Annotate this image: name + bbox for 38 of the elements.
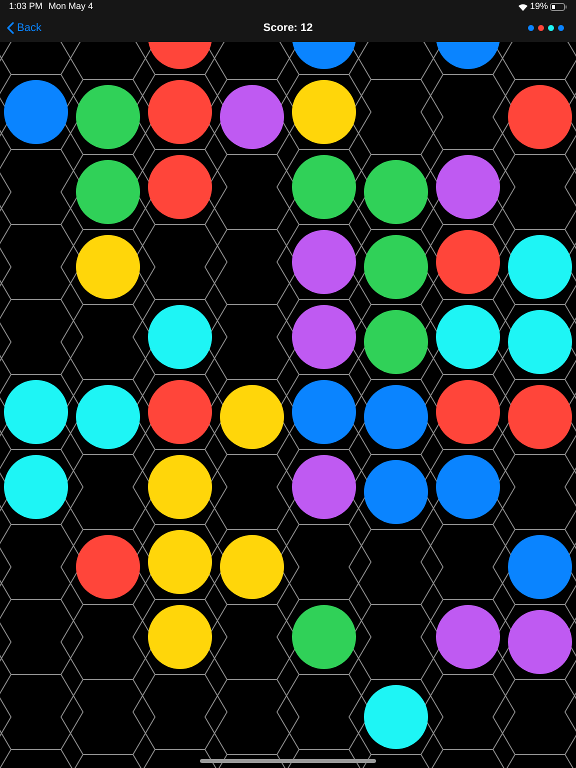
ball[interactable] bbox=[76, 85, 140, 149]
wifi-icon bbox=[518, 3, 528, 11]
ball[interactable] bbox=[4, 455, 68, 519]
ball[interactable] bbox=[148, 455, 212, 519]
ball[interactable] bbox=[508, 310, 572, 374]
ball[interactable] bbox=[4, 380, 68, 444]
ball[interactable] bbox=[292, 605, 356, 669]
ball[interactable] bbox=[148, 80, 212, 144]
ball[interactable] bbox=[148, 305, 212, 369]
ball[interactable] bbox=[148, 155, 212, 219]
ball[interactable] bbox=[76, 385, 140, 449]
score-title: Score: 12 bbox=[263, 20, 313, 36]
ball[interactable] bbox=[364, 310, 428, 374]
ball[interactable] bbox=[148, 530, 212, 594]
status-date: Mon May 4 bbox=[48, 0, 94, 14]
ball[interactable] bbox=[364, 160, 428, 224]
ball[interactable] bbox=[292, 80, 356, 144]
ball[interactable] bbox=[220, 385, 284, 449]
ball[interactable] bbox=[148, 605, 212, 669]
ball[interactable] bbox=[364, 685, 428, 749]
ball[interactable] bbox=[220, 535, 284, 599]
battery-icon bbox=[550, 3, 567, 11]
ball[interactable] bbox=[436, 380, 500, 444]
ball[interactable] bbox=[364, 235, 428, 299]
back-button[interactable]: Back bbox=[7, 20, 42, 36]
ball[interactable] bbox=[508, 85, 572, 149]
battery-percent: 19% bbox=[530, 0, 548, 14]
ball[interactable] bbox=[508, 385, 572, 449]
status-time: 1:03 PM bbox=[9, 0, 43, 14]
ball[interactable] bbox=[436, 305, 500, 369]
ball[interactable] bbox=[76, 535, 140, 599]
ball[interactable] bbox=[148, 380, 212, 444]
ball[interactable] bbox=[76, 160, 140, 224]
ball[interactable] bbox=[292, 155, 356, 219]
ball[interactable] bbox=[76, 235, 140, 299]
chevron-left-icon bbox=[7, 22, 14, 34]
ball[interactable] bbox=[508, 235, 572, 299]
ball[interactable] bbox=[436, 230, 500, 294]
